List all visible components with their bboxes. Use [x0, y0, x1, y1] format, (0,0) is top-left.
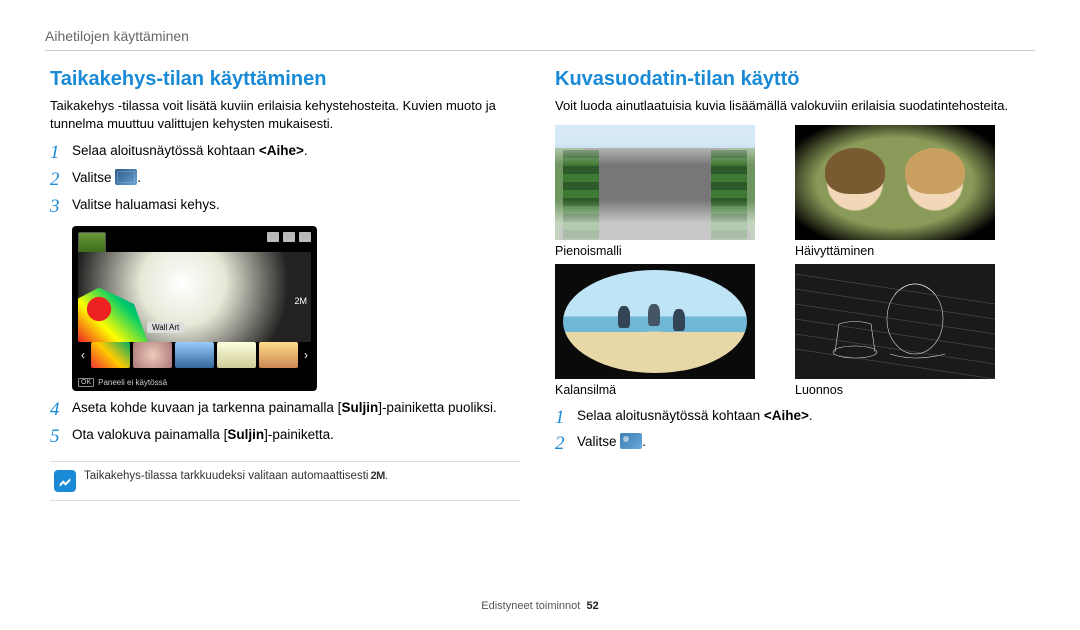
- step-text: Ota valokuva painamalla [: [72, 427, 227, 442]
- filter-thumb-vignette: [795, 125, 995, 240]
- filter-caption: Kalansilmä: [555, 383, 755, 397]
- filter-cell-vignette: Häivyttäminen: [795, 125, 995, 258]
- step-number: 1: [555, 407, 577, 430]
- step-number: 2: [50, 169, 72, 192]
- step-text: .: [304, 143, 308, 158]
- magic-frame-icon: [115, 169, 137, 185]
- step-text: Valitse: [577, 434, 620, 449]
- step-text: .: [642, 434, 646, 449]
- frame-thumb: [217, 342, 256, 368]
- left-step-1: 1 Selaa aloitusnäytössä kohtaan <Aihe>.: [50, 142, 520, 165]
- step-number: 4: [50, 399, 72, 422]
- left-column: Taikakehys-tilan käyttäminen Taikakehys …: [50, 68, 520, 501]
- step-bold: Suljin: [341, 400, 378, 415]
- step-text: Selaa aloitusnäytössä kohtaan: [577, 408, 764, 423]
- photo-filter-icon: [620, 433, 642, 449]
- step-bold: <Aihe>: [259, 143, 304, 158]
- preview-thumb: [78, 232, 106, 254]
- divider: [45, 50, 1035, 51]
- filter-cell-miniature: Pienoismalli: [555, 125, 755, 258]
- step-text: ]-painiketta puoliksi.: [378, 400, 497, 415]
- left-step-3: 3 Valitse haluamasi kehys.: [50, 196, 520, 219]
- left-intro: Taikakehys -tilassa voit lisätä kuviin e…: [50, 97, 520, 132]
- breadcrumb: Aihetilojen käyttäminen: [45, 28, 189, 44]
- sd-icon: [283, 232, 295, 242]
- filter-caption: Häivyttäminen: [795, 244, 995, 258]
- note-icon: [54, 470, 76, 492]
- right-column: Kuvasuodatin-tilan käyttö Voit luoda ain…: [555, 68, 1025, 460]
- filter-thumb-miniature: [555, 125, 755, 240]
- frame-thumb: [133, 342, 172, 368]
- page-footer: Edistyneet toiminnot 52: [0, 600, 1080, 612]
- sketch-svg: [795, 264, 995, 379]
- info-note: Taikakehys-tilassa tarkkuudeksi valitaan…: [50, 461, 520, 501]
- battery-icon: [299, 232, 311, 242]
- step-number: 2: [555, 433, 577, 456]
- step-text: Selaa aloitusnäytössä kohtaan: [72, 143, 259, 158]
- status-icons: [267, 232, 311, 242]
- filter-caption: Luonnos: [795, 383, 995, 397]
- step-text: Valitse haluamasi kehys.: [72, 196, 220, 215]
- live-view: [78, 252, 311, 342]
- right-step-1: 1 Selaa aloitusnäytössä kohtaan <Aihe>.: [555, 407, 1025, 430]
- frame-thumb: [91, 342, 130, 368]
- frame-thumb: [259, 342, 298, 368]
- note-text: Taikakehys-tilassa tarkkuudeksi valitaan…: [84, 470, 368, 482]
- filter-grid: Pienoismalli Häivyttäminen Kalansilmä: [555, 125, 1025, 397]
- step-number: 3: [50, 196, 72, 219]
- left-step-2: 2 Valitse .: [50, 169, 520, 192]
- sample-image-parrot: [78, 287, 148, 342]
- step-text: Valitse: [72, 170, 115, 185]
- step-bold: <Aihe>: [764, 408, 809, 423]
- chevron-right-icon: ›: [301, 348, 311, 362]
- step-number: 5: [50, 426, 72, 449]
- chevron-left-icon: ‹: [78, 348, 88, 362]
- left-step-5: 5 Ota valokuva painamalla [Suljin]-paini…: [50, 426, 520, 449]
- step-text: .: [809, 408, 813, 423]
- filter-thumb-fisheye: [555, 264, 755, 379]
- left-heading: Taikakehys-tilan käyttäminen: [50, 68, 520, 91]
- step-text: ]-painiketta.: [264, 427, 334, 442]
- ok-button-label: OK: [78, 378, 94, 387]
- panel-status-text: Paneeli ei käytössä: [98, 378, 167, 387]
- flash-icon: [267, 232, 279, 242]
- footer-page: 52: [586, 600, 598, 612]
- right-heading: Kuvasuodatin-tilan käyttö: [555, 68, 1025, 91]
- resolution-badge: 2M: [294, 296, 307, 306]
- frame-thumb: [175, 342, 214, 368]
- frame-strip: ‹ ›: [78, 341, 311, 369]
- filter-cell-sketch: Luonnos: [795, 264, 995, 397]
- frame-name-label: Wall Art: [147, 322, 184, 333]
- step-bold: Suljin: [227, 427, 264, 442]
- note-badge: 2M: [370, 470, 384, 482]
- camera-preview-screenshot: 2M Wall Art ‹ › OK Paneeli ei käytössä: [72, 226, 317, 391]
- footer-section: Edistyneet toiminnot: [481, 600, 580, 612]
- filter-caption: Pienoismalli: [555, 244, 755, 258]
- right-intro: Voit luoda ainutlaatuisia kuvia lisäämäl…: [555, 97, 1025, 115]
- step-text: .: [137, 170, 141, 185]
- right-step-2: 2 Valitse .: [555, 433, 1025, 456]
- filter-cell-fisheye: Kalansilmä: [555, 264, 755, 397]
- step-number: 1: [50, 142, 72, 165]
- note-text: .: [385, 470, 388, 482]
- filter-thumb-sketch: [795, 264, 995, 379]
- left-step-4: 4 Aseta kohde kuvaan ja tarkenna painama…: [50, 399, 520, 422]
- step-text: Aseta kohde kuvaan ja tarkenna painamall…: [72, 400, 341, 415]
